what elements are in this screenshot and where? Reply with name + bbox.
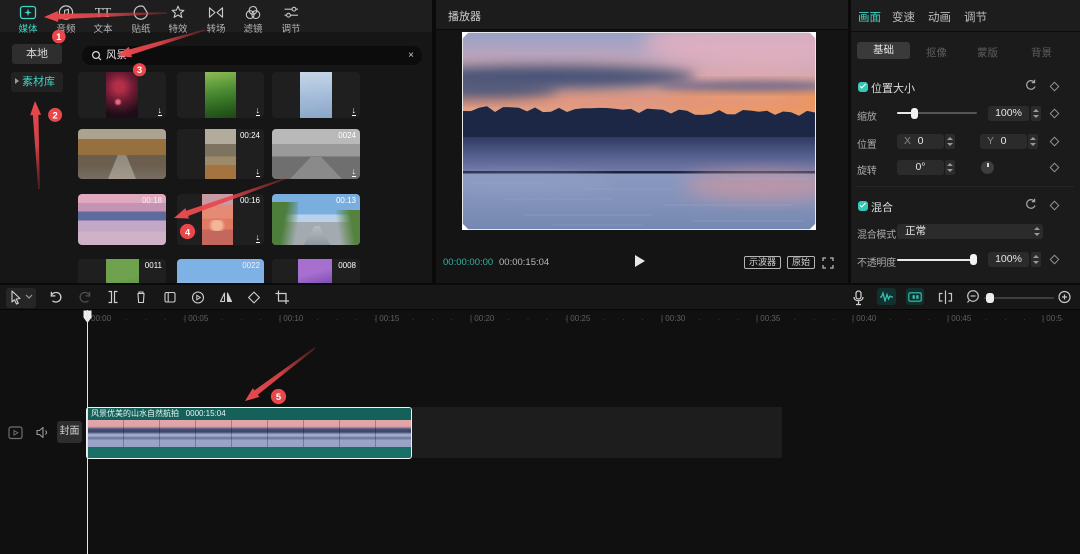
svg-text:TT: TT xyxy=(95,5,112,20)
